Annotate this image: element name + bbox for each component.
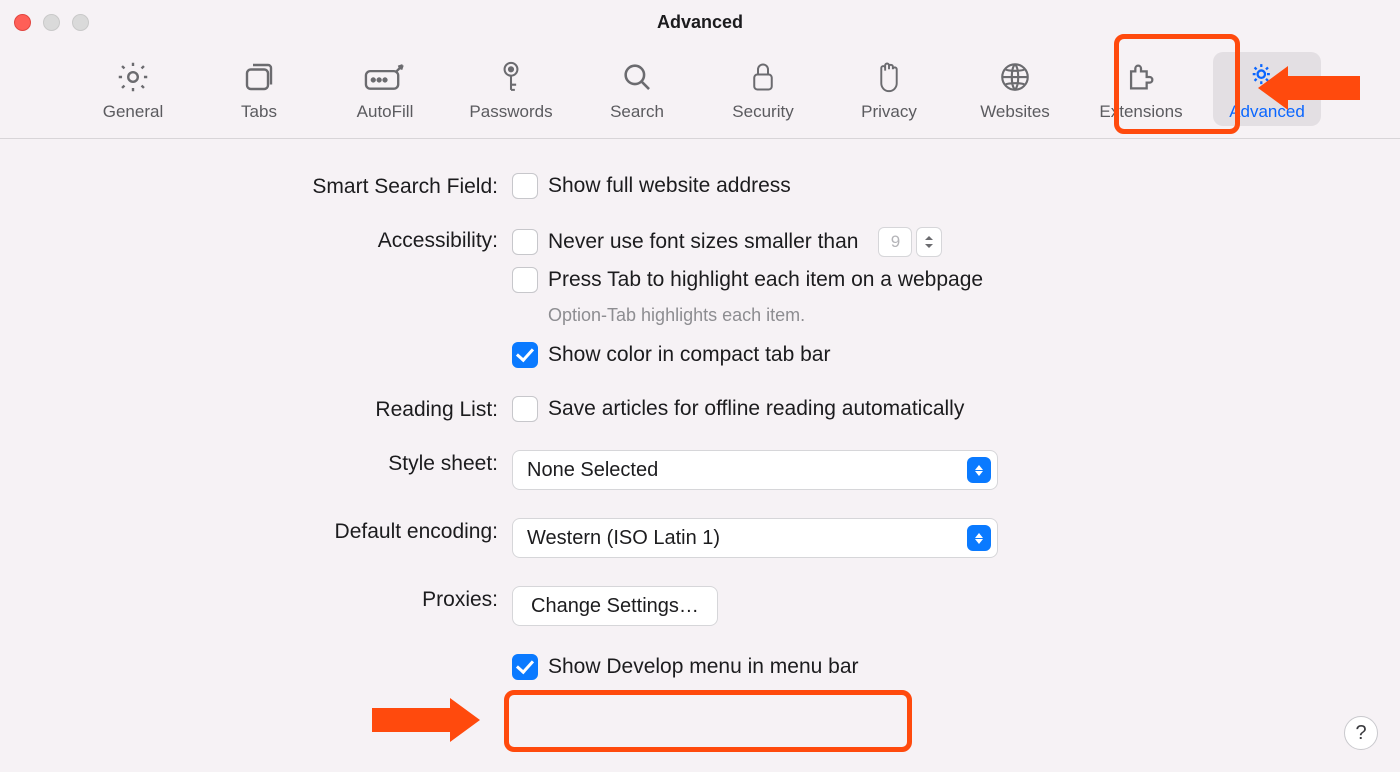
tab-autofill[interactable]: AutoFill: [331, 52, 439, 126]
tab-websites[interactable]: Websites: [961, 52, 1069, 126]
checkbox-press-tab[interactable]: [512, 267, 538, 293]
row-default-encoding: Default encoding: Western (ISO Latin 1): [0, 518, 1400, 558]
min-font-size-stepper[interactable]: [916, 227, 942, 257]
checkbox-min-font-size[interactable]: [512, 229, 538, 255]
tab-label: AutoFill: [357, 102, 414, 122]
row-accessibility: Accessibility: Never use font sizes smal…: [0, 227, 1400, 368]
label-style-sheet: Style sheet:: [0, 450, 512, 476]
checkbox-compact-color[interactable]: [512, 342, 538, 368]
hint-option-tab: Option-Tab highlights each item.: [548, 305, 983, 326]
select-value: Western (ISO Latin 1): [527, 527, 720, 550]
select-default-encoding[interactable]: Western (ISO Latin 1): [512, 518, 998, 558]
tabs-icon: [241, 58, 277, 96]
checkbox-label: Show Develop menu in menu bar: [548, 655, 859, 679]
tab-label: Passwords: [469, 102, 552, 122]
minimize-window-button[interactable]: [43, 14, 60, 31]
tab-advanced[interactable]: Advanced: [1213, 52, 1321, 126]
tab-tabs[interactable]: Tabs: [205, 52, 313, 126]
hand-icon: [873, 58, 905, 96]
chevron-updown-icon: [967, 525, 991, 551]
select-style-sheet[interactable]: None Selected: [512, 450, 998, 490]
checkbox-develop-menu[interactable]: [512, 654, 538, 680]
preferences-toolbar: General Tabs AutoFill Passwords Search S…: [0, 36, 1400, 139]
titlebar: Advanced: [0, 0, 1400, 36]
chevron-updown-icon: [967, 457, 991, 483]
window-title: Advanced: [657, 12, 743, 33]
tab-label: Privacy: [861, 102, 917, 122]
tab-privacy[interactable]: Privacy: [835, 52, 943, 126]
autofill-icon: [363, 58, 407, 96]
search-icon: [620, 58, 654, 96]
tab-label: General: [103, 102, 163, 122]
callout-develop-checkbox: [504, 690, 912, 752]
callout-arrow-develop: [372, 698, 480, 742]
tab-security[interactable]: Security: [709, 52, 817, 126]
label-reading-list: Reading List:: [0, 396, 512, 422]
tab-search[interactable]: Search: [583, 52, 691, 126]
close-window-button[interactable]: [14, 14, 31, 31]
tab-label: Tabs: [241, 102, 277, 122]
tab-label: Advanced: [1229, 102, 1305, 122]
tab-label: Extensions: [1099, 102, 1182, 122]
row-develop-menu: Show Develop menu in menu bar: [0, 654, 1400, 680]
gear-icon: [115, 58, 151, 96]
tab-label: Search: [610, 102, 664, 122]
tab-general[interactable]: General: [79, 52, 187, 126]
row-proxies: Proxies: Change Settings…: [0, 586, 1400, 626]
tab-label: Security: [732, 102, 793, 122]
select-value: None Selected: [527, 459, 658, 482]
label-smart-search: Smart Search Field:: [0, 173, 512, 199]
row-reading-list: Reading List: Save articles for offline …: [0, 396, 1400, 422]
tab-label: Websites: [980, 102, 1050, 122]
checkbox-offline-reading[interactable]: [512, 396, 538, 422]
checkbox-label: Press Tab to highlight each item on a we…: [548, 268, 983, 292]
checkbox-label: Show color in compact tab bar: [548, 343, 830, 367]
row-style-sheet: Style sheet: None Selected: [0, 450, 1400, 490]
checkbox-label: Show full website address: [548, 174, 791, 198]
lock-icon: [748, 58, 778, 96]
help-button[interactable]: ?: [1344, 716, 1378, 750]
gears-icon: [1247, 58, 1287, 96]
min-font-size-field[interactable]: 9: [878, 227, 912, 257]
checkbox-label: Never use font sizes smaller than: [548, 230, 858, 254]
advanced-form: Smart Search Field: Show full website ad…: [0, 139, 1400, 680]
window-controls: [14, 14, 89, 31]
zoom-window-button[interactable]: [72, 14, 89, 31]
tab-extensions[interactable]: Extensions: [1087, 52, 1195, 126]
button-change-settings[interactable]: Change Settings…: [512, 586, 718, 626]
checkbox-show-full-address[interactable]: [512, 173, 538, 199]
label-default-encoding: Default encoding:: [0, 518, 512, 544]
row-smart-search: Smart Search Field: Show full website ad…: [0, 173, 1400, 199]
key-icon: [495, 58, 527, 96]
tab-passwords[interactable]: Passwords: [457, 52, 565, 126]
puzzle-icon: [1124, 58, 1158, 96]
globe-icon: [998, 58, 1032, 96]
checkbox-label: Save articles for offline reading automa…: [548, 397, 964, 421]
label-accessibility: Accessibility:: [0, 227, 512, 253]
label-proxies: Proxies:: [0, 586, 512, 612]
